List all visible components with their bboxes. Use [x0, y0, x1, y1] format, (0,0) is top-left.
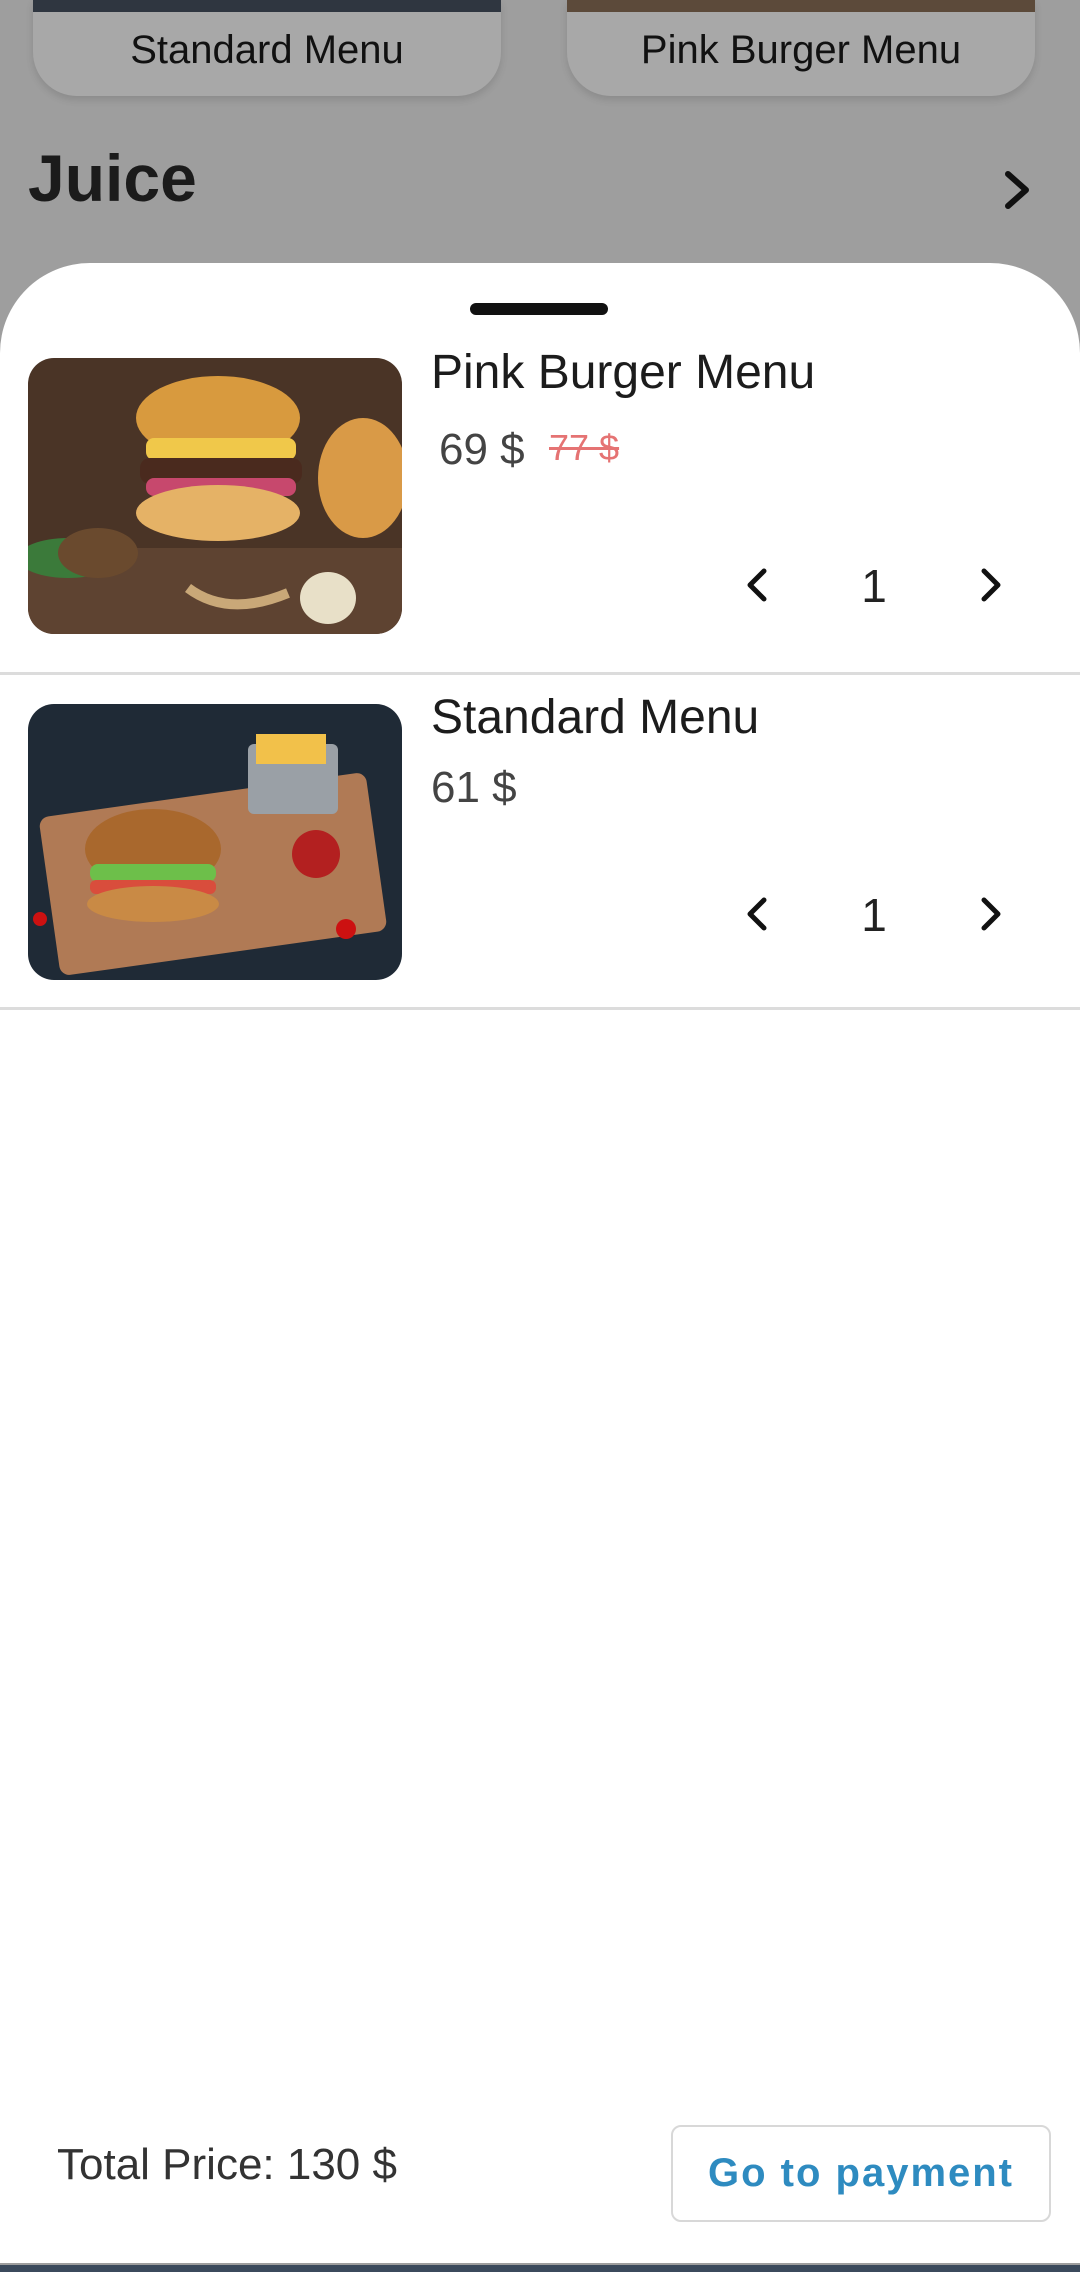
cart-bottom-sheet: Pink Burger Menu 69 $ 77 $ 1 Standard Me…	[0, 263, 1080, 2263]
burger-with-salad-photo	[28, 358, 402, 634]
quantity-increase-button[interactable]	[962, 884, 1022, 944]
quantity-decrease-button[interactable]	[726, 555, 786, 615]
chevron-left-icon	[747, 897, 767, 931]
quantity-value: 1	[861, 889, 887, 941]
chevron-right-icon[interactable]	[1000, 170, 1034, 210]
menu-card-label: Pink Burger Menu	[640, 28, 962, 72]
cart-item-price: 69 $	[439, 425, 525, 474]
quantity-increase-button[interactable]	[962, 555, 1022, 615]
background-screen: Standard Menu Pink Burger Menu Juice	[0, 0, 1080, 300]
divider	[0, 1007, 1080, 1010]
chevron-right-icon	[981, 897, 1001, 931]
total-price: Total Price: 130 $	[57, 2140, 397, 2189]
menu-card-image	[33, 0, 501, 12]
menu-card-standard[interactable]: Standard Menu	[33, 0, 501, 96]
menu-card-image	[567, 0, 1035, 12]
bottom-bar	[0, 2265, 1080, 2272]
cart-item-price: 61 $	[431, 763, 517, 812]
drag-handle[interactable]	[470, 303, 608, 315]
go-to-payment-button[interactable]: Go to payment	[671, 2125, 1051, 2222]
burger-fries-tray-photo	[28, 704, 402, 980]
section-title: Juice	[28, 141, 197, 215]
menu-card-label: Standard Menu	[130, 28, 404, 72]
chevron-right-icon	[981, 568, 1001, 602]
divider	[0, 672, 1080, 675]
cart-item-name: Pink Burger Menu	[431, 346, 816, 399]
chevron-left-icon	[747, 568, 767, 602]
quantity-value: 1	[861, 560, 887, 612]
quantity-decrease-button[interactable]	[726, 884, 786, 944]
menu-card-pink-burger[interactable]: Pink Burger Menu	[567, 0, 1035, 96]
cart-item-name: Standard Menu	[431, 691, 760, 744]
cart-item-old-price: 77 $	[549, 427, 620, 468]
